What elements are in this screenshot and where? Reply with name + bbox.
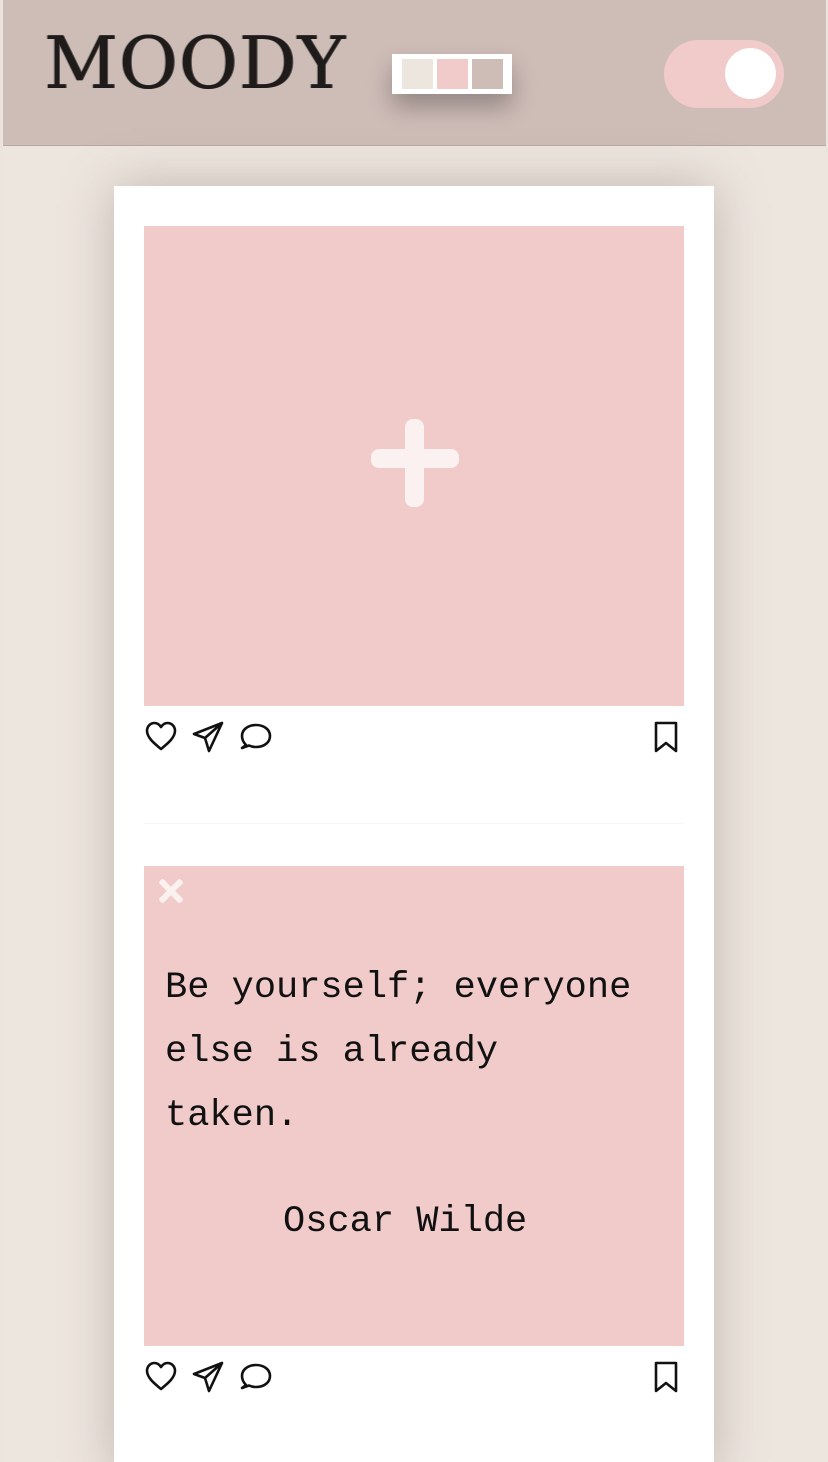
post-actions xyxy=(144,720,684,760)
palette-swatch-beige[interactable] xyxy=(401,59,433,89)
post-actions xyxy=(144,1360,684,1400)
send-icon[interactable] xyxy=(191,1360,225,1394)
quote-tile: Be yourself; everyone else is already ta… xyxy=(144,866,684,1346)
heart-icon[interactable] xyxy=(144,720,178,754)
bookmark-icon[interactable] xyxy=(649,1360,683,1394)
theme-toggle[interactable] xyxy=(664,40,784,108)
app-header: MOODY xyxy=(3,0,826,146)
app-logo: MOODY xyxy=(44,21,347,105)
comment-icon[interactable] xyxy=(239,1360,273,1394)
comment-icon[interactable] xyxy=(239,720,273,754)
send-icon[interactable] xyxy=(191,720,225,754)
close-icon[interactable] xyxy=(154,874,188,908)
post-feed: Be yourself; everyone else is already ta… xyxy=(114,186,714,1462)
plus-icon[interactable] xyxy=(370,419,460,509)
heart-icon[interactable] xyxy=(144,1360,178,1394)
palette-swatch-mauve[interactable] xyxy=(471,59,503,89)
quote-author: Oscar Wilde xyxy=(283,1201,528,1243)
toggle-knob[interactable] xyxy=(725,48,776,99)
post-divider xyxy=(144,823,684,824)
palette-swatch-pink[interactable] xyxy=(436,59,468,89)
post-card-quote: Be yourself; everyone else is already ta… xyxy=(144,866,684,1393)
post-card-empty xyxy=(144,226,684,753)
color-palette-picker[interactable] xyxy=(392,54,512,94)
plus-icon-vertical-bar xyxy=(405,419,424,507)
quote-text: Be yourself; everyone else is already ta… xyxy=(165,967,632,1137)
app-frame: MOODY Be yourself; everyone else is alre… xyxy=(3,0,826,1462)
post-image-placeholder[interactable] xyxy=(144,226,684,706)
bookmark-icon[interactable] xyxy=(649,720,683,754)
